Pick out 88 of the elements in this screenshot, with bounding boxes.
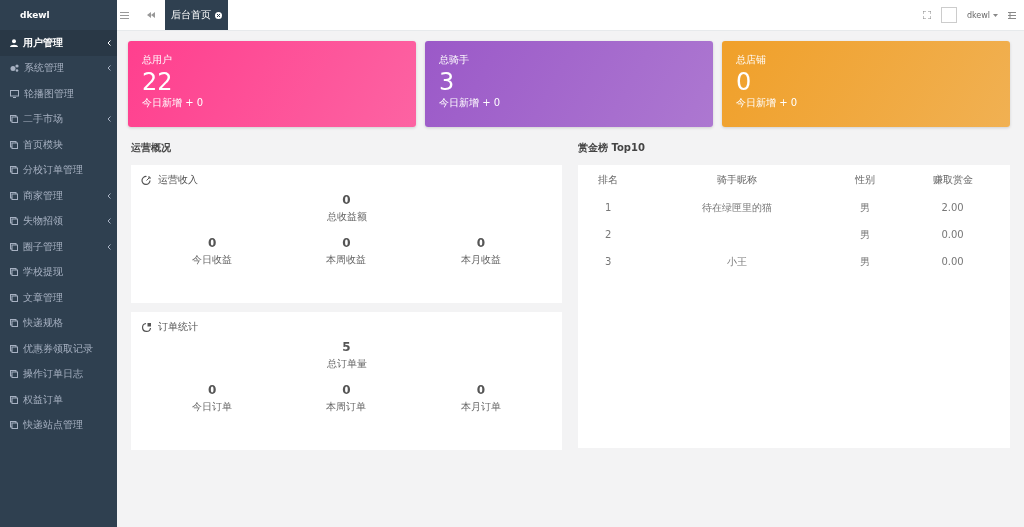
stat-number: 5: [342, 340, 351, 354]
sidebar-item[interactable]: 操作订单日志: [0, 361, 117, 387]
copy-icon: [10, 191, 18, 200]
table-cell-text: 男: [859, 254, 872, 269]
stat-title: 总骑手: [439, 53, 470, 67]
chart-icon: [141, 174, 152, 186]
stat-label: 今日订单: [192, 400, 233, 414]
sidebar-item[interactable]: 快递站点管理: [0, 412, 117, 438]
copy-icon: [10, 344, 18, 353]
table-cell-text: 小王: [725, 254, 748, 269]
copy-icon: [10, 421, 18, 430]
stat-label: 本周订单: [326, 400, 367, 414]
sidebar-item[interactable]: 优惠券领取记录: [0, 336, 117, 362]
copy-icon: [10, 166, 18, 175]
stat-label: 本周收益: [326, 253, 367, 267]
sidebar-item[interactable]: 系统管理: [0, 55, 117, 81]
table-cell-text: 2: [603, 228, 613, 242]
panel-title: 订单统计: [158, 320, 198, 334]
sidebar-item[interactable]: 圈子管理: [0, 234, 117, 260]
sidebar-item[interactable]: 轮播图管理: [0, 81, 117, 107]
stat-number: 0: [342, 236, 351, 250]
user-icon: [10, 38, 18, 47]
section-title: 赏金榜 Top10: [578, 141, 646, 155]
column-header: 排名: [597, 172, 620, 187]
menu-icon[interactable]: [120, 11, 129, 19]
copy-icon: [10, 319, 18, 328]
page-tab[interactable]: 后台首页: [165, 0, 228, 30]
sidebar-item[interactable]: 商家管理: [0, 183, 117, 209]
sidebar-item[interactable]: 用户管理: [0, 30, 117, 56]
copy-icon: [10, 242, 18, 251]
sidebar-item[interactable]: 失物招领: [0, 208, 117, 234]
copy-icon: [10, 115, 18, 124]
stat-title: 总用户: [142, 53, 173, 67]
table-cell-text: 0.00: [940, 255, 965, 269]
table-cell-text: 男: [859, 227, 872, 242]
stat-number: 0: [208, 383, 217, 397]
stat-title: 总店铺: [736, 53, 767, 67]
copy-icon: [10, 293, 18, 302]
stat-footer: 今日新增 + 0: [439, 96, 699, 110]
section-title: 运营概况: [131, 141, 172, 155]
sidebar-item[interactable]: 权益订单: [0, 387, 117, 413]
double-chevron-left-icon[interactable]: [147, 12, 155, 18]
user-name[interactable]: dkewl: [966, 10, 990, 20]
sidebar-item[interactable]: 学校提现: [0, 259, 117, 285]
avatar: [940, 7, 957, 23]
table-cell-text: 0.00: [940, 228, 965, 242]
stat-label: 今日收益: [192, 253, 233, 267]
stat-label: 本月订单: [460, 400, 501, 414]
panel-title: 运营收入: [158, 173, 198, 187]
sidebar-item[interactable]: 文章管理: [0, 285, 117, 311]
stat-value: 22: [142, 68, 174, 96]
stat-value: 0: [736, 68, 753, 96]
copy-icon: [10, 268, 18, 277]
stat-number: 0: [342, 383, 351, 397]
copy-icon: [10, 140, 18, 149]
table-cell-text: 男: [859, 200, 872, 215]
sidebar-item[interactable]: 首页模块: [0, 132, 117, 158]
stat-number: 0: [342, 193, 351, 207]
pie-chart-icon: [141, 321, 152, 333]
stat-label: 本月收益: [460, 253, 501, 267]
stat-label: 总订单量: [326, 357, 367, 371]
stat-number: 0: [208, 236, 217, 250]
copy-icon: [10, 395, 18, 404]
stat-number: 0: [476, 236, 485, 250]
copy-icon: [10, 217, 18, 226]
copy-icon: [10, 370, 18, 379]
gears-icon: [10, 64, 19, 73]
stat-number: 0: [476, 383, 485, 397]
table-cell-text: 1: [603, 201, 613, 215]
column-header: 赚取赏金: [931, 172, 974, 187]
column-header: 骑手昵称: [715, 172, 758, 187]
stat-footer: 今日新增 + 0: [142, 96, 402, 110]
sidebar-item[interactable]: 快递规格: [0, 310, 117, 336]
list-icon[interactable]: [1008, 11, 1016, 19]
brand-name: dkewl: [19, 9, 51, 22]
caret-icon: [993, 13, 998, 17]
stat-value: 3: [439, 68, 456, 96]
sidebar-item[interactable]: 二手市场: [0, 106, 117, 132]
fullscreen-icon[interactable]: [922, 11, 931, 19]
column-header: 性别: [854, 172, 877, 187]
table-cell-text: 待在绿匣里的猫: [700, 200, 773, 215]
monitor-icon: [10, 89, 19, 98]
stat-footer: 今日新增 + 0: [736, 96, 996, 110]
stat-label: 总收益额: [326, 210, 367, 224]
table-cell-text: 2.00: [940, 201, 965, 215]
table-cell-text: 3: [603, 255, 613, 269]
sidebar-item[interactable]: 分校订单管理: [0, 157, 117, 183]
close-icon[interactable]: [215, 11, 222, 19]
